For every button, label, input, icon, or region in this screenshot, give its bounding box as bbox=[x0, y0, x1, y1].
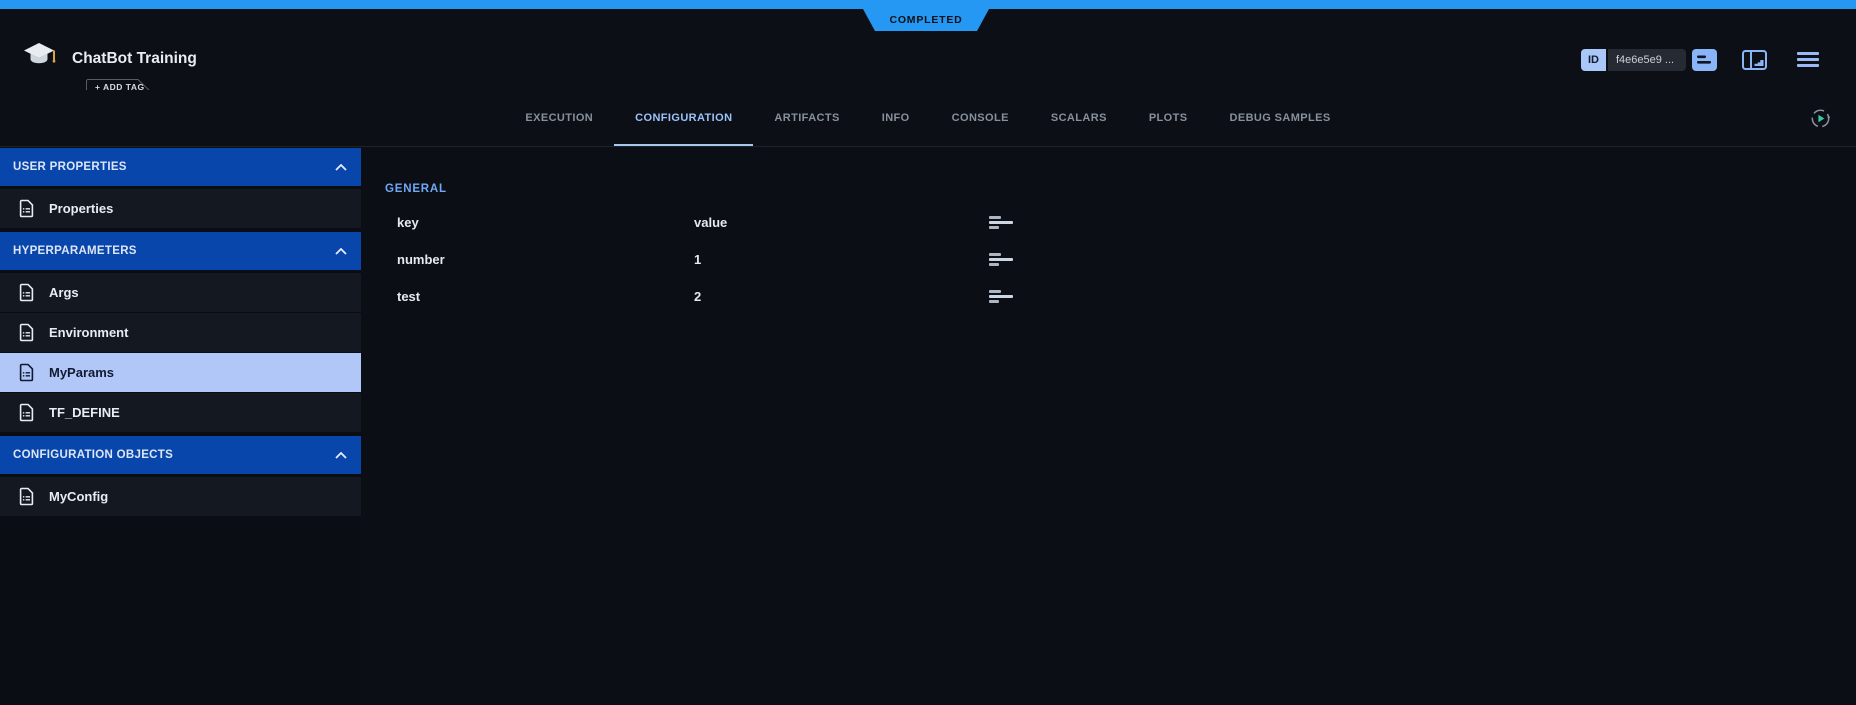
auto-refresh-icon[interactable] bbox=[1809, 107, 1832, 130]
align-left-notes-icon[interactable] bbox=[989, 253, 1013, 266]
document-icon bbox=[19, 403, 34, 422]
description-icon[interactable] bbox=[1692, 49, 1717, 71]
status-badge: COMPLETED bbox=[863, 9, 989, 31]
menu-bar bbox=[1797, 52, 1819, 55]
sidebar-item-label: MyParams bbox=[49, 365, 114, 380]
document-icon bbox=[19, 323, 34, 342]
sidebar-item-myparams[interactable]: MyParams bbox=[0, 353, 361, 393]
param-value: 2 bbox=[694, 289, 989, 304]
param-key: key bbox=[397, 215, 694, 230]
document-icon bbox=[19, 487, 34, 506]
notes-bar bbox=[989, 226, 999, 229]
sidebar-item-environment[interactable]: Environment bbox=[0, 313, 361, 353]
content-area: USER PROPERTIES Properties HYPERPARAMETE… bbox=[0, 148, 1856, 705]
section-title: USER PROPERTIES bbox=[13, 161, 127, 173]
notes-bar bbox=[989, 290, 1001, 293]
table-row: key value bbox=[385, 204, 1856, 241]
notes-bar bbox=[989, 300, 999, 303]
section-title: CONFIGURATION OBJECTS bbox=[13, 449, 173, 461]
chevron-up-icon bbox=[335, 248, 347, 255]
sidebar-item-tf-define[interactable]: TF_DEFINE bbox=[0, 393, 361, 433]
tab-console[interactable]: CONSOLE bbox=[931, 90, 1030, 146]
table-row: number 1 bbox=[385, 241, 1856, 278]
tab-plots[interactable]: PLOTS bbox=[1128, 90, 1209, 146]
notes-bar bbox=[989, 258, 1013, 261]
parameters-panel: GENERAL key value number 1 bbox=[361, 148, 1856, 705]
param-value: value bbox=[694, 215, 989, 230]
sidebar-item-args[interactable]: Args bbox=[0, 273, 361, 313]
tab-bar: EXECUTION CONFIGURATION ARTIFACTS INFO C… bbox=[0, 90, 1856, 147]
tab-artifacts[interactable]: ARTIFACTS bbox=[753, 90, 860, 146]
section-header-user-properties[interactable]: USER PROPERTIES bbox=[0, 148, 361, 186]
sidebar-section-hyperparameters: HYPERPARAMETERS Args Env bbox=[0, 232, 361, 433]
document-icon bbox=[19, 283, 34, 302]
menu-bar bbox=[1797, 58, 1819, 61]
sidebar-item-label: MyConfig bbox=[49, 489, 108, 504]
notes-bar bbox=[989, 263, 999, 266]
chevron-up-icon bbox=[335, 452, 347, 459]
section-header-configuration-objects[interactable]: CONFIGURATION OBJECTS bbox=[0, 436, 361, 474]
status-color-bar bbox=[0, 0, 1856, 9]
tab-scalars[interactable]: SCALARS bbox=[1030, 90, 1128, 146]
notes-bar bbox=[989, 216, 1001, 219]
document-icon bbox=[19, 199, 34, 218]
experiment-type-icon bbox=[22, 40, 56, 70]
param-key: number bbox=[397, 252, 694, 267]
section-header-hyperparameters[interactable]: HYPERPARAMETERS bbox=[0, 232, 361, 270]
sidebar-item-label: TF_DEFINE bbox=[49, 405, 120, 420]
chevron-up-icon bbox=[335, 164, 347, 171]
parameter-table: key value number 1 bbox=[385, 204, 1856, 315]
experiment-id-value[interactable]: f4e6e5e9 ... bbox=[1608, 49, 1686, 71]
tab-debug-samples[interactable]: DEBUG SAMPLES bbox=[1208, 90, 1351, 146]
id-chip: ID bbox=[1581, 49, 1606, 71]
notes-bar bbox=[989, 253, 1001, 256]
parameter-group-title: GENERAL bbox=[385, 183, 1856, 195]
param-key: test bbox=[397, 289, 694, 304]
notes-bar bbox=[989, 221, 1013, 224]
param-value: 1 bbox=[694, 252, 989, 267]
sidebar-item-label: Properties bbox=[49, 201, 113, 216]
document-icon bbox=[19, 363, 34, 382]
align-left-notes-icon[interactable] bbox=[989, 216, 1013, 229]
tab-configuration[interactable]: CONFIGURATION bbox=[614, 90, 753, 146]
sidebar-item-label: Args bbox=[49, 285, 79, 300]
align-left-notes-icon[interactable] bbox=[989, 290, 1013, 303]
tab-execution[interactable]: EXECUTION bbox=[504, 90, 614, 146]
experiment-title: ChatBot Training bbox=[72, 50, 197, 68]
split-panel-icon[interactable] bbox=[1742, 50, 1767, 70]
experiment-detail-page: COMPLETED ChatBot Training + ADD TAG ID … bbox=[0, 0, 1856, 705]
sidebar-item-properties[interactable]: Properties bbox=[0, 189, 361, 229]
sidebar-section-user-properties: USER PROPERTIES Properties bbox=[0, 148, 361, 229]
configuration-sidebar: USER PROPERTIES Properties HYPERPARAMETE… bbox=[0, 148, 361, 705]
sidebar-section-configuration-objects: CONFIGURATION OBJECTS MyConfig bbox=[0, 436, 361, 517]
menu-bar bbox=[1797, 64, 1819, 67]
tab-info[interactable]: INFO bbox=[861, 90, 931, 146]
sidebar-item-label: Environment bbox=[49, 325, 128, 340]
notes-bar bbox=[989, 295, 1013, 298]
menu-icon[interactable] bbox=[1797, 52, 1819, 70]
table-row: test 2 bbox=[385, 278, 1856, 315]
sidebar-item-myconfig[interactable]: MyConfig bbox=[0, 477, 361, 517]
section-title: HYPERPARAMETERS bbox=[13, 245, 137, 257]
